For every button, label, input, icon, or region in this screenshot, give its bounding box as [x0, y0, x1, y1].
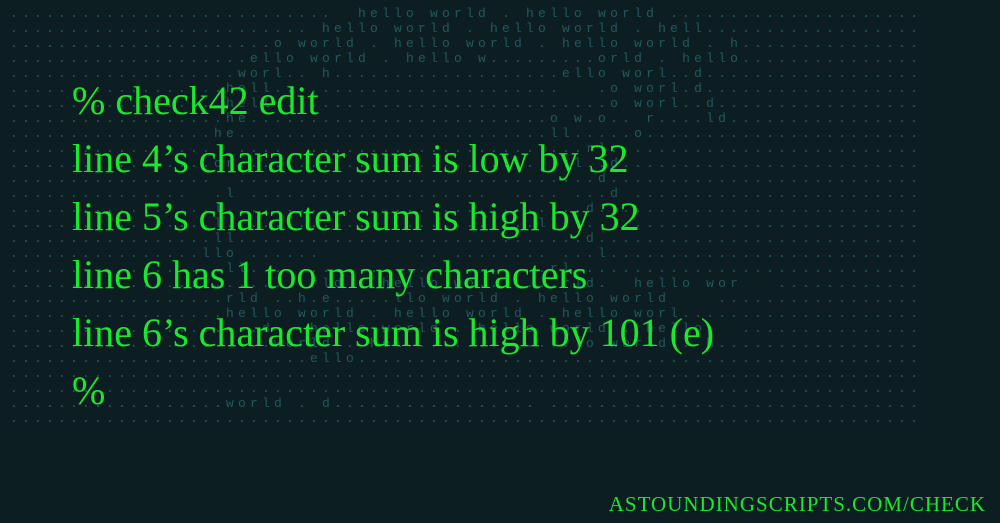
terminal-output: % check42 edit line 4’s character sum is…	[72, 72, 960, 420]
output-line: line 4’s character sum is low by 32	[72, 130, 960, 188]
prompt-after: %	[72, 362, 960, 420]
prompt: %	[72, 78, 105, 123]
output-line: line 6 has 1 too many characters	[72, 246, 960, 304]
command-line: % check42 edit	[72, 72, 960, 130]
watermark: ASTOUNDINGSCRIPTS.COM/CHECK	[609, 492, 986, 517]
output-line: line 6’s character sum is high by 101 (e…	[72, 304, 960, 362]
command-text: check42 edit	[115, 78, 318, 123]
output-line: line 5’s character sum is high by 32	[72, 188, 960, 246]
